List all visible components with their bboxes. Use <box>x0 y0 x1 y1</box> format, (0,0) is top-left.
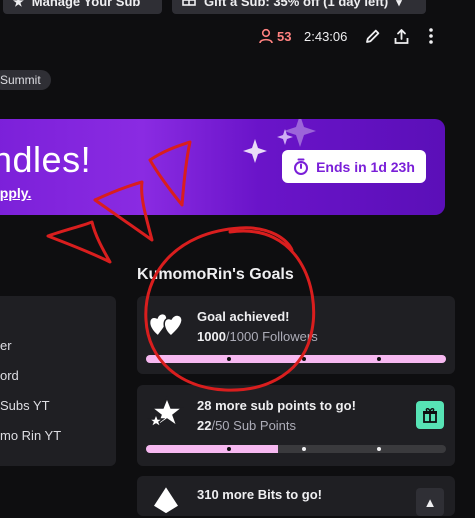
up-arrow-icon: ▲ <box>423 494 437 510</box>
gift-goal-button[interactable] <box>416 401 444 429</box>
stream-uptime: 2:43:06 <box>304 29 348 44</box>
social-link-4[interactable]: mo Rin YT <box>0 428 61 443</box>
chevron-down-icon: ▾ <box>396 0 402 9</box>
goal-progress-bar <box>146 445 446 453</box>
goal-title: 28 more sub points to go! <box>197 398 356 413</box>
stopwatch-icon <box>294 158 309 175</box>
goal-total: /1000 Followers <box>225 329 318 344</box>
share-icon <box>394 28 408 44</box>
star-icon: ★ <box>13 0 24 9</box>
promo-ends-button[interactable]: Ends in 1d 23h <box>282 150 426 183</box>
milestone-marker <box>302 447 306 451</box>
milestone-marker <box>302 357 306 361</box>
goal-card-bits: 310 more Bits to go! ▲ <box>137 476 455 516</box>
milestone-marker <box>227 357 231 361</box>
hearts-icon <box>148 312 183 338</box>
stream-tag[interactable]: Summit <box>0 70 51 90</box>
milestone-marker <box>227 447 231 451</box>
goal-current: 22 <box>197 418 212 433</box>
person-icon <box>259 28 273 44</box>
share-button[interactable] <box>391 26 411 46</box>
promo-terms-link[interactable]: apply. <box>0 185 31 201</box>
gift-icon <box>423 408 437 423</box>
goal-card-sub-points: 28 more sub points to go! 22/50 Sub Poin… <box>137 385 455 466</box>
goal-current: 1000 <box>197 329 226 344</box>
gift-sub-button[interactable]: Gift a Sub: 35% off (1 day left) ▾ <box>172 0 426 14</box>
social-link-1[interactable]: er <box>0 338 12 353</box>
manage-sub-label: Manage Your Sub <box>31 0 141 9</box>
goal-progress-fill <box>146 445 278 453</box>
promo-ends-label: Ends in 1d 23h <box>316 158 415 175</box>
social-link-2[interactable]: ord <box>0 368 19 383</box>
milestone-marker <box>377 447 381 451</box>
viewer-count: 53 <box>258 28 291 44</box>
annotation-arrow-3 <box>46 220 112 264</box>
goal-title: Goal achieved! <box>197 309 290 324</box>
goal-card-followers: Goal achieved! 1000/1000 Followers <box>137 296 455 374</box>
stream-tag-label: Summit <box>0 73 41 87</box>
bits-goal-button[interactable]: ▲ <box>416 488 444 516</box>
social-link-3[interactable]: Subs YT <box>0 398 50 413</box>
gift-sub-label: Gift a Sub: 35% off (1 day left) <box>204 0 389 9</box>
bits-icon <box>151 484 181 515</box>
gift-icon <box>182 0 196 9</box>
goal-progress-text: 22/50 Sub Points <box>197 418 296 433</box>
goal-progress-text: 1000/1000 Followers <box>197 329 318 344</box>
kebab-menu-icon <box>429 28 433 44</box>
viewer-count-value: 53 <box>277 28 292 44</box>
pencil-icon <box>365 29 379 43</box>
milestone-marker <box>377 357 381 361</box>
more-options-button[interactable] <box>421 26 441 46</box>
goal-title: 310 more Bits to go! <box>197 487 322 502</box>
edit-button[interactable] <box>362 26 382 46</box>
goals-title: KumomoRin's Goals <box>137 266 294 283</box>
manage-sub-button[interactable]: ★ Manage Your Sub <box>3 0 162 14</box>
goal-progress-fill <box>146 355 446 363</box>
promo-banner: ndles! apply. Ends in 1d 23h <box>0 119 445 215</box>
goal-progress-bar <box>146 355 446 363</box>
stars-icon <box>147 396 185 429</box>
promo-title: ndles! <box>0 139 92 180</box>
goal-total: /50 Sub Points <box>211 418 297 433</box>
